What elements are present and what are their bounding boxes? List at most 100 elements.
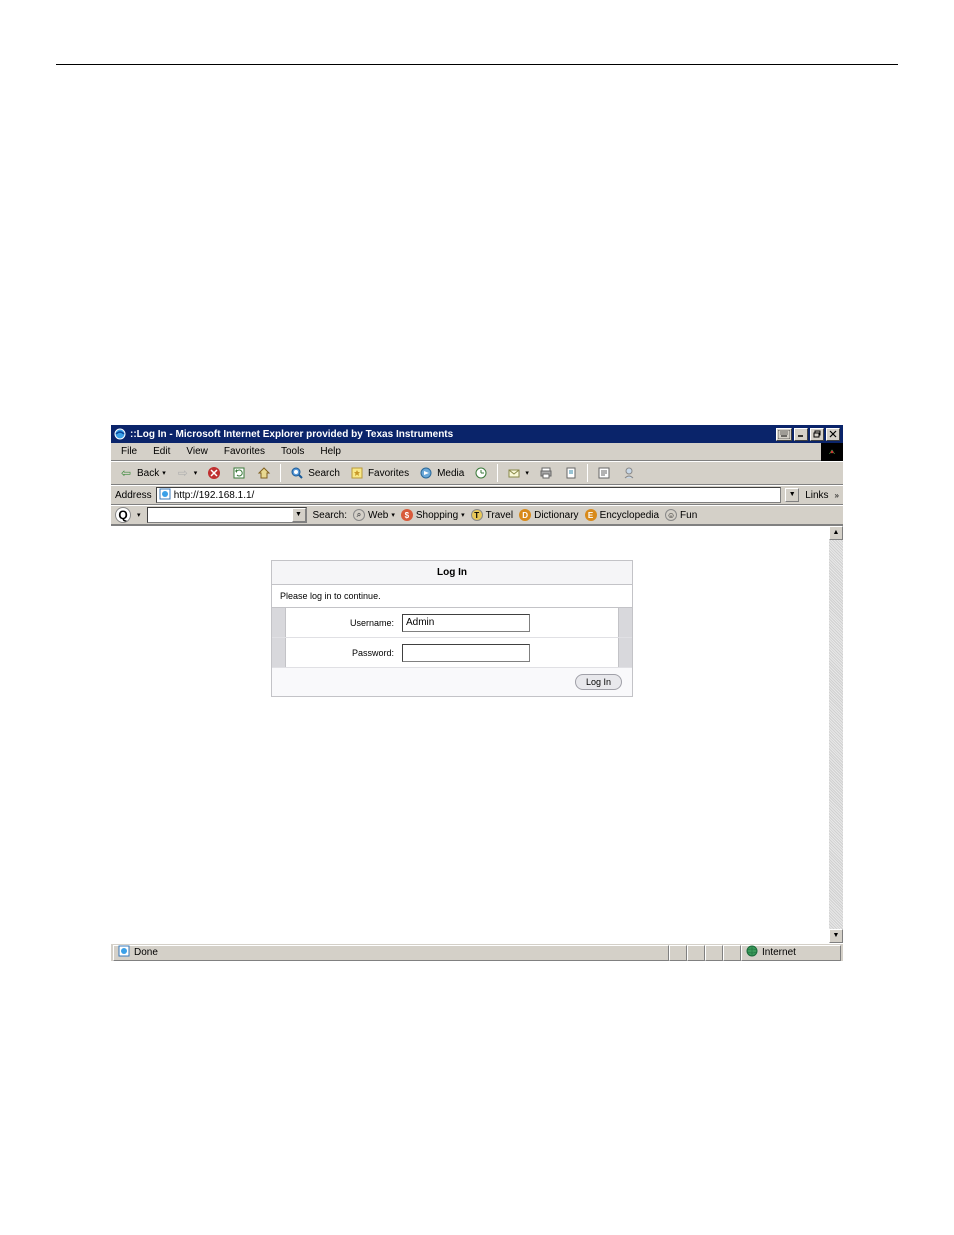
favorites-button[interactable]: Favorites xyxy=(346,464,412,482)
close-button[interactable] xyxy=(826,428,840,441)
edit-button[interactable] xyxy=(560,464,582,482)
back-label: Back xyxy=(137,468,159,479)
menu-favorites[interactable]: Favorites xyxy=(218,444,271,459)
menu-file[interactable]: File xyxy=(115,444,143,459)
username-row: Username: xyxy=(272,608,632,638)
login-panel: Log In Please log in to continue. Userna… xyxy=(271,560,633,697)
media-label: Media xyxy=(437,468,464,479)
status-cell xyxy=(687,945,705,961)
favorites-icon xyxy=(349,465,365,481)
forward-button[interactable]: ⇨ ▾ xyxy=(172,464,201,482)
magnifier-icon: ⌕ xyxy=(353,509,365,521)
titlebar: ::Log In - Microsoft Internet Explorer p… xyxy=(111,425,843,443)
chevron-right-icon: » xyxy=(835,491,839,500)
username-input[interactable] xyxy=(402,614,530,632)
statusbar: Done Internet xyxy=(111,943,843,961)
address-label: Address xyxy=(115,490,152,501)
menu-edit[interactable]: Edit xyxy=(147,444,176,459)
search-dictionary-link[interactable]: DDictionary xyxy=(519,509,578,521)
print-icon xyxy=(538,465,554,481)
login-button[interactable]: Log In xyxy=(575,674,622,690)
separator xyxy=(280,464,281,482)
page-icon xyxy=(159,488,171,503)
search-shopping-label: Shopping xyxy=(416,510,458,521)
page-icon xyxy=(118,945,130,960)
keyboard-indicator[interactable] xyxy=(776,428,792,441)
search-companion-bar: Q ▾ ▼ Search: ⌕Web▾ $Shopping▾ TTravel D… xyxy=(111,505,843,525)
search-web-link[interactable]: ⌕Web▾ xyxy=(353,509,395,521)
login-title: Log In xyxy=(272,561,632,585)
menu-tools[interactable]: Tools xyxy=(275,444,310,459)
address-dropdown[interactable]: ▼ xyxy=(785,488,799,502)
fun-icon: ☺ xyxy=(665,509,677,521)
mail-button[interactable]: ▾ xyxy=(503,464,532,482)
messenger-icon xyxy=(621,465,637,481)
menu-help[interactable]: Help xyxy=(314,444,347,459)
status-cell xyxy=(723,945,741,961)
home-icon xyxy=(256,465,272,481)
refresh-button[interactable] xyxy=(228,464,250,482)
scroll-up-button[interactable]: ▲ xyxy=(829,526,843,540)
search-fun-link[interactable]: ☺Fun xyxy=(665,509,697,521)
row-bar xyxy=(272,638,286,667)
scroll-down-button[interactable]: ▼ xyxy=(829,929,843,943)
encyclopedia-icon: E xyxy=(585,509,597,521)
search-travel-label: Travel xyxy=(486,510,513,521)
refresh-icon xyxy=(231,465,247,481)
password-label: Password: xyxy=(286,648,402,658)
print-button[interactable] xyxy=(535,464,557,482)
restore-button[interactable] xyxy=(810,428,824,441)
search-label: Search xyxy=(308,468,340,479)
username-label: Username: xyxy=(286,618,402,628)
search-icon xyxy=(289,465,305,481)
chevron-down-icon: ▾ xyxy=(162,469,166,477)
stop-button[interactable] xyxy=(203,464,225,482)
ie-icon xyxy=(114,428,126,440)
separator xyxy=(497,464,498,482)
row-bar xyxy=(618,638,632,667)
discuss-icon xyxy=(596,465,612,481)
search-fun-label: Fun xyxy=(680,510,697,521)
quickclick-icon[interactable]: Q xyxy=(115,507,131,523)
history-button[interactable] xyxy=(470,464,492,482)
status-label: Done xyxy=(134,947,158,958)
edit-icon xyxy=(563,465,579,481)
content-area: ▲ ▼ Log In Please log in to continue. Us… xyxy=(111,525,843,943)
discuss-button[interactable] xyxy=(593,464,615,482)
login-footer: Log In xyxy=(272,668,632,696)
address-input[interactable]: http://192.168.1.1/ xyxy=(156,487,782,503)
back-arrow-icon: ⇦ xyxy=(118,465,134,481)
address-url: http://192.168.1.1/ xyxy=(174,490,255,501)
search-encyclopedia-link[interactable]: EEncyclopedia xyxy=(585,509,659,521)
chevron-down-icon[interactable]: ▾ xyxy=(137,511,141,519)
chevron-down-icon: ▾ xyxy=(461,511,465,519)
home-button[interactable] xyxy=(253,464,275,482)
vertical-scrollbar[interactable]: ▲ ▼ xyxy=(829,526,843,943)
search-travel-link[interactable]: TTravel xyxy=(471,509,513,521)
links-label[interactable]: Links xyxy=(803,490,830,501)
search-button[interactable]: Search xyxy=(286,464,343,482)
status-cell xyxy=(705,945,723,961)
search-dropdown[interactable]: ▼ xyxy=(292,508,306,522)
search-encyclopedia-label: Encyclopedia xyxy=(600,510,659,521)
chevron-down-icon: ▾ xyxy=(391,511,395,519)
messenger-button[interactable] xyxy=(618,464,640,482)
search-shopping-link[interactable]: $Shopping▾ xyxy=(401,509,465,521)
throbber-icon xyxy=(821,443,843,461)
shopping-icon: $ xyxy=(401,509,413,521)
media-button[interactable]: Media xyxy=(415,464,467,482)
search-input[interactable]: ▼ xyxy=(147,507,307,523)
toolbar: ⇦ Back ▾ ⇨ ▾ xyxy=(111,461,843,485)
menu-view[interactable]: View xyxy=(180,444,214,459)
search-dictionary-label: Dictionary xyxy=(534,510,578,521)
window-title: ::Log In - Microsoft Internet Explorer p… xyxy=(130,429,774,440)
browser-window: ::Log In - Microsoft Internet Explorer p… xyxy=(111,425,843,961)
password-input[interactable] xyxy=(402,644,530,662)
menubar: File Edit View Favorites Tools Help xyxy=(111,443,843,461)
minimize-button[interactable] xyxy=(794,428,808,441)
back-button[interactable]: ⇦ Back ▾ xyxy=(115,464,169,482)
status-text: Done xyxy=(113,945,669,961)
media-icon xyxy=(418,465,434,481)
password-row: Password: xyxy=(272,638,632,668)
chevron-down-icon: ▾ xyxy=(525,469,529,477)
